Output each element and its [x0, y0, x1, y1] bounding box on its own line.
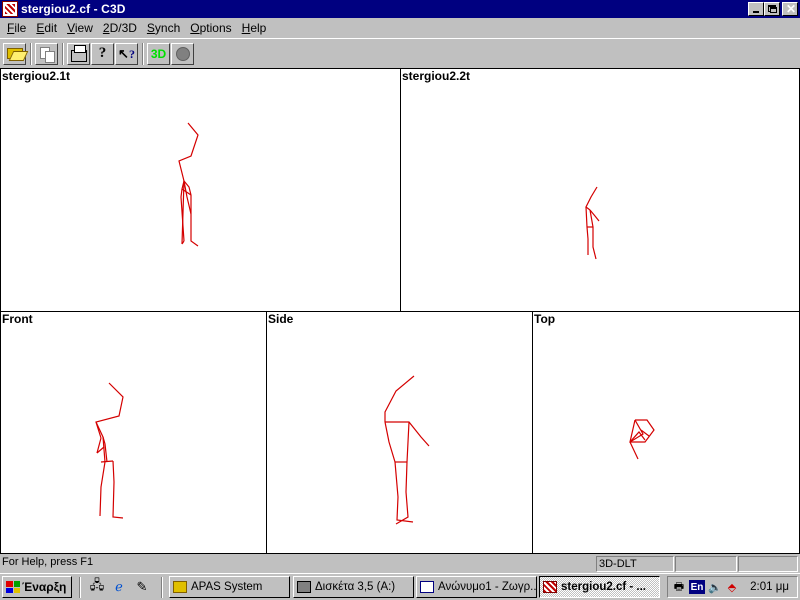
- camera-view-1[interactable]: stergiou2.1t: [0, 68, 401, 312]
- outlook-express-icon[interactable]: ✎: [133, 577, 151, 597]
- context-help-icon: ↖?: [118, 45, 135, 61]
- menu-view[interactable]: View: [62, 21, 98, 35]
- task-floppy[interactable]: Δισκέτα 3,5 (A:): [293, 576, 414, 598]
- print-button[interactable]: [67, 42, 90, 65]
- clock[interactable]: 2:01 μμ: [750, 581, 789, 593]
- context-help-button[interactable]: ↖?: [115, 42, 138, 65]
- stick-figure-top: [629, 419, 655, 460]
- menu-bar: File Edit View 2D/3D Synch Options Help: [0, 18, 800, 38]
- status-bar: For Help, press F1 3D-DLT: [0, 555, 800, 573]
- windows-logo-icon: [6, 581, 20, 593]
- tray-alert-icon[interactable]: ⬘: [725, 580, 739, 594]
- help-icon: ?: [98, 45, 107, 61]
- minimize-button[interactable]: [748, 2, 764, 16]
- print-icon: [70, 44, 87, 62]
- status-panel-3: [738, 556, 798, 572]
- show-desktop-icon[interactable]: 🖧: [88, 577, 106, 597]
- status-panel-2: [675, 556, 737, 572]
- taskbar: Έναρξη 🖧 ℯ ✎ APAS System Δισκέτα 3,5 (A:…: [0, 573, 800, 600]
- floppy-icon: [297, 581, 311, 593]
- open-button[interactable]: [3, 42, 26, 65]
- record-button[interactable]: [171, 42, 194, 65]
- status-message: For Help, press F1: [2, 556, 94, 568]
- front-view[interactable]: Front: [0, 311, 267, 554]
- menu-edit[interactable]: Edit: [31, 21, 62, 35]
- 3d-label: 3D: [150, 46, 167, 61]
- minimize-icon: [753, 11, 759, 13]
- side-view[interactable]: Side: [266, 311, 533, 554]
- menu-synch[interactable]: Synch: [142, 21, 185, 35]
- paint-icon: [420, 581, 434, 593]
- start-label: Έναρξη: [22, 580, 67, 594]
- stick-figure-front: [95, 382, 124, 519]
- restore-button[interactable]: [764, 2, 780, 16]
- language-indicator[interactable]: En: [689, 580, 705, 594]
- toolbar: ? ↖? 3D: [0, 38, 800, 68]
- 3d-toggle-button[interactable]: 3D: [147, 42, 170, 65]
- open-folder-icon: [6, 48, 23, 59]
- task-c3d[interactable]: stergiou2.cf - ...: [539, 576, 660, 598]
- camera-view-1-title: stergiou2.1t: [2, 69, 71, 83]
- folder-icon: [173, 581, 187, 593]
- camera-view-2-title: stergiou2.2t: [402, 69, 471, 83]
- close-button[interactable]: ✕: [782, 2, 798, 16]
- copy-button[interactable]: [35, 42, 58, 65]
- system-tray: 🖶 En 🔈 ⬘ 2:01 μμ: [667, 576, 798, 598]
- top-view-title: Top: [534, 312, 556, 326]
- side-view-title: Side: [268, 312, 294, 326]
- c3d-app-icon: [543, 581, 557, 593]
- menu-options[interactable]: Options: [185, 21, 236, 35]
- internet-explorer-icon[interactable]: ℯ: [110, 577, 128, 597]
- camera-view-2[interactable]: stergiou2.2t: [400, 68, 800, 312]
- menu-help[interactable]: Help: [237, 21, 272, 35]
- copy-icon: [39, 46, 55, 63]
- window-controls: ✕: [748, 2, 798, 16]
- task-apas-system[interactable]: APAS System: [169, 576, 290, 598]
- help-button[interactable]: ?: [91, 42, 114, 65]
- stick-figure-cam1: [178, 122, 199, 247]
- stick-figure-side: [384, 375, 430, 525]
- top-view[interactable]: Top: [532, 311, 800, 554]
- front-view-title: Front: [2, 312, 33, 326]
- menu-file[interactable]: File: [2, 21, 31, 35]
- menu-2d3d[interactable]: 2D/3D: [98, 21, 142, 35]
- start-button[interactable]: Έναρξη: [2, 576, 72, 598]
- close-icon: ✕: [786, 2, 797, 16]
- status-mode-panel: 3D-DLT: [596, 556, 674, 572]
- stick-figure-cam2: [585, 186, 600, 260]
- window-title: stergiou2.cf - C3D: [21, 2, 126, 16]
- title-bar[interactable]: stergiou2.cf - C3D ✕: [0, 0, 800, 18]
- record-icon: [175, 46, 190, 61]
- task-paint[interactable]: Ανώνυμο1 - Ζωγρ...: [416, 576, 537, 598]
- volume-icon[interactable]: 🔈: [708, 580, 722, 594]
- c3d-app-icon[interactable]: [2, 1, 18, 17]
- scheduler-icon[interactable]: 🖶: [672, 580, 686, 594]
